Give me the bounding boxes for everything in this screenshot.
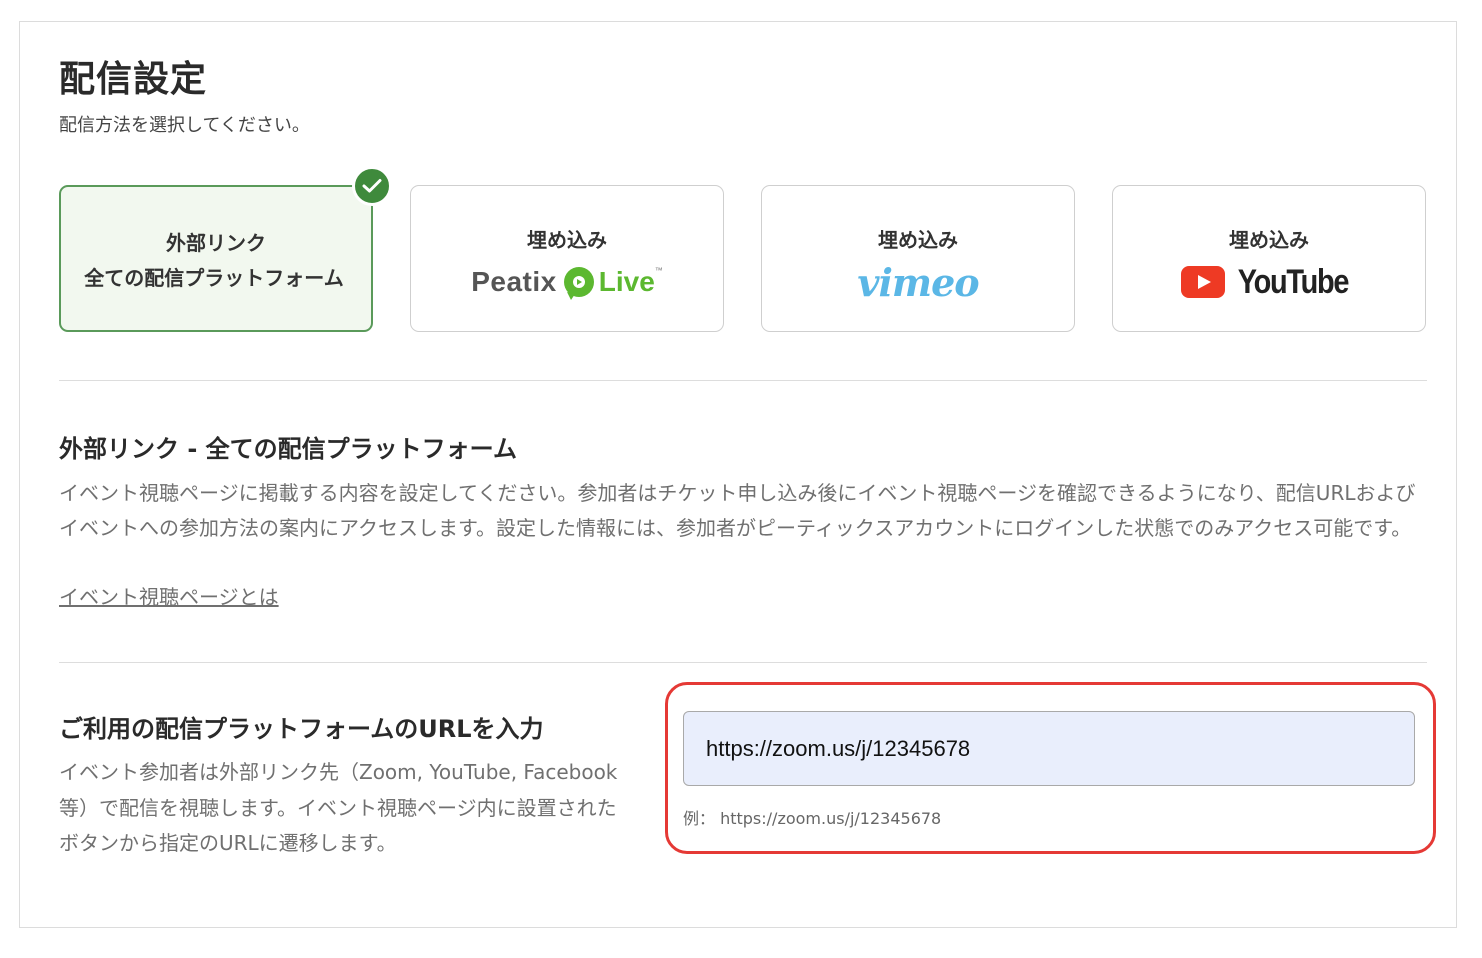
check-icon xyxy=(352,166,392,206)
vimeo-logo: vimeo xyxy=(762,259,1074,305)
option-label: 埋め込み xyxy=(1229,228,1309,252)
divider xyxy=(59,662,1427,663)
peatix-live-icon xyxy=(563,267,594,300)
external-section-description: イベント視聴ページに掲載する内容を設定してください。参加者はチケット申し込み後に… xyxy=(59,481,1416,540)
youtube-logo-text: YouTube xyxy=(1237,262,1350,301)
url-section-description: イベント参加者は外部リンク先（Zoom, YouTube, Facebook等）… xyxy=(59,760,618,855)
option-sublabel: 全ての配信プラットフォーム xyxy=(84,266,344,290)
option-label: 埋め込み xyxy=(878,228,958,252)
trademark-mark: ™ xyxy=(654,266,663,275)
live-logo-text: Live xyxy=(598,266,655,297)
divider xyxy=(59,380,1427,381)
page-subtitle: 配信方法を選択してください。 xyxy=(59,115,310,136)
option-vimeo[interactable]: 埋め込み vimeo xyxy=(761,185,1075,332)
url-section-title: ご利用の配信プラットフォームのURLを入力 xyxy=(59,715,544,743)
vimeo-logo-text: vimeo xyxy=(857,259,979,305)
option-youtube[interactable]: 埋め込み YouTube xyxy=(1112,185,1426,332)
viewing-page-help-link[interactable]: イベント視聴ページとは xyxy=(59,580,279,615)
page-title: 配信設定 xyxy=(59,59,208,100)
external-section-title: 外部リンク - 全ての配信プラットフォーム xyxy=(59,435,517,463)
option-external-link[interactable]: 外部リンク 全ての配信プラットフォーム xyxy=(59,185,373,332)
platform-url-input[interactable] xyxy=(683,711,1415,786)
url-example-hint: 例： https://zoom.us/j/12345678 xyxy=(683,809,942,828)
option-label: 外部リンク xyxy=(166,231,266,255)
option-peatix-live[interactable]: 埋め込み Peatix Live ™ xyxy=(410,185,724,332)
peatix-live-logo: Peatix Live ™ xyxy=(411,262,723,302)
youtube-play-icon xyxy=(1181,266,1226,298)
option-label: 埋め込み xyxy=(527,228,607,252)
youtube-logo: YouTube xyxy=(1113,262,1425,302)
peatix-logo-text: Peatix xyxy=(471,266,557,297)
